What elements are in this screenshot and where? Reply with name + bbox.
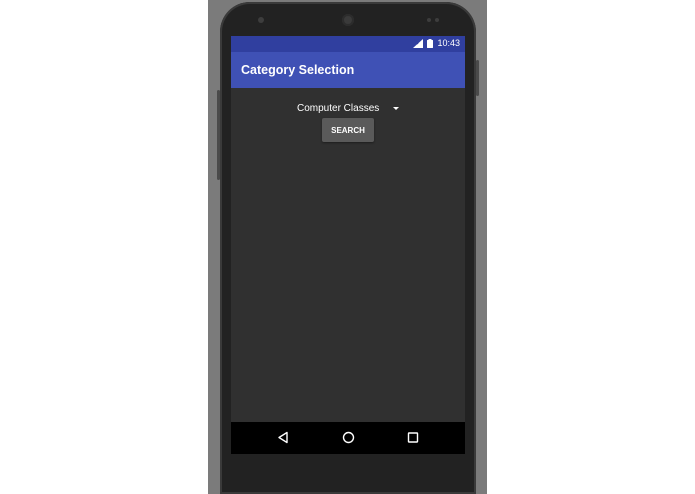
app-title: Category Selection — [241, 63, 355, 77]
sensor-dot — [258, 17, 264, 23]
front-camera — [342, 14, 354, 26]
app-bar: Category Selection — [231, 52, 465, 88]
spinner-selected-value: Computer Classes — [297, 102, 380, 114]
status-time: 10:43 — [437, 38, 460, 48]
battery-icon — [427, 38, 434, 48]
search-button[interactable]: SEARCH — [322, 118, 374, 142]
volume-button — [217, 90, 220, 180]
back-icon[interactable] — [277, 431, 289, 444]
sensor-dot — [435, 18, 439, 22]
home-icon[interactable] — [342, 431, 355, 444]
signal-icon — [413, 38, 424, 48]
category-spinner[interactable]: Computer Classes — [297, 100, 400, 116]
dropdown-arrow-icon — [393, 106, 400, 110]
navigation-bar — [231, 422, 465, 454]
power-button — [476, 60, 479, 96]
status-bar: 10:43 — [231, 36, 465, 52]
device-screen: 10:43 Category Selection Computer Classe… — [231, 36, 465, 454]
sensor-dot — [427, 18, 431, 22]
recents-icon[interactable] — [407, 431, 419, 444]
